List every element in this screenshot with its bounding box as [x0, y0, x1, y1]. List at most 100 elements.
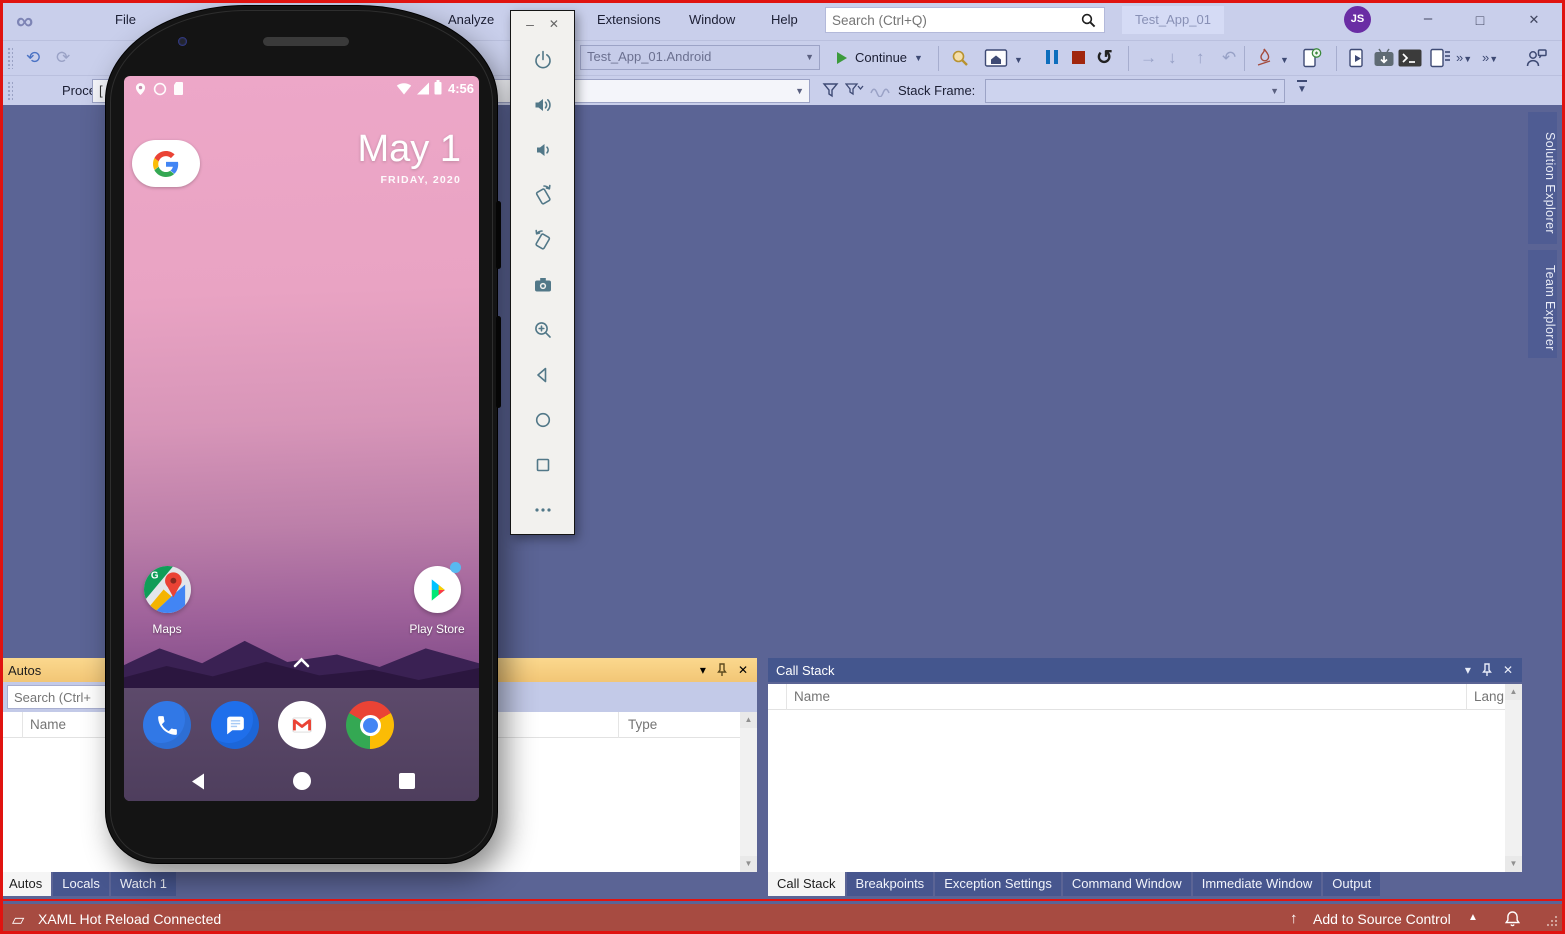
menu-file[interactable]: File — [110, 0, 141, 40]
filter-icon[interactable] — [822, 82, 839, 99]
emulator-zoom-icon[interactable] — [511, 307, 574, 352]
google-search-widget[interactable] — [132, 140, 200, 187]
filter-dropdown-icon[interactable] — [845, 82, 864, 99]
emulator-back-icon[interactable] — [511, 352, 574, 397]
stop-debugging-button[interactable] — [1072, 51, 1085, 64]
pause-button[interactable] — [1046, 50, 1059, 64]
tab-call-stack[interactable]: Call Stack — [768, 872, 845, 896]
app-drawer-chevron-icon[interactable] — [293, 657, 310, 668]
nav-overview-button[interactable] — [399, 773, 415, 789]
tab-output[interactable]: Output — [1323, 872, 1381, 896]
search-input[interactable] — [832, 9, 1072, 31]
emulator-volume-down-icon[interactable] — [511, 127, 574, 172]
autos-scrollbar[interactable]: ▲ ▼ — [740, 712, 757, 872]
run-configuration-dropdown[interactable]: Test_App_01.Android ▼ — [580, 45, 820, 70]
user-avatar[interactable]: JS — [1344, 6, 1371, 33]
hot-reload-icon[interactable] — [1254, 47, 1274, 69]
step-out-icon[interactable]: ↑ — [1196, 49, 1205, 66]
emulator-more-icon[interactable] — [511, 487, 574, 532]
tab-immediate-window[interactable]: Immediate Window — [1192, 872, 1322, 896]
tab-breakpoints[interactable]: Breakpoints — [846, 872, 934, 896]
emulator-close-icon[interactable]: ✕ — [549, 18, 559, 30]
nav-back-button[interactable] — [190, 772, 206, 791]
device-log-icon[interactable] — [1428, 47, 1452, 69]
emulator-minimize-icon[interactable]: – — [526, 17, 534, 31]
pin-icon[interactable] — [716, 663, 728, 677]
resize-grip[interactable] — [1545, 914, 1559, 928]
restart-icon[interactable]: ↺ — [1096, 48, 1113, 68]
tab-exception-settings[interactable]: Exception Settings — [935, 872, 1061, 896]
panel-close-icon[interactable]: ✕ — [738, 658, 748, 682]
chevron-down-icon[interactable]: ▼ — [1280, 55, 1289, 65]
messages-app-icon[interactable] — [211, 701, 259, 749]
launch-app-device-icon[interactable] — [1346, 47, 1368, 69]
panel-options-chevron-icon[interactable]: ▾ — [1465, 658, 1471, 682]
maps-app-icon[interactable]: G — [144, 566, 191, 613]
phone-app-icon[interactable] — [143, 701, 191, 749]
panel-options-chevron-icon[interactable]: ▾ — [700, 658, 706, 682]
chrome-app-icon[interactable] — [346, 701, 394, 749]
console-icon[interactable] — [1398, 49, 1422, 67]
navigate-forward-icon[interactable]: ⟳ — [56, 49, 70, 66]
step-over-icon[interactable]: → — [1140, 49, 1157, 66]
scroll-down-icon[interactable]: ▼ — [1505, 856, 1522, 872]
step-into-icon[interactable]: ↓ — [1168, 49, 1177, 66]
sidebar-tab-team-explorer[interactable]: Team Explorer — [1528, 250, 1557, 358]
window-close-button[interactable]: ✕ — [1512, 0, 1556, 40]
callstack-scrollbar[interactable]: ▲ ▼ — [1505, 684, 1522, 872]
toolbar-grip[interactable] — [7, 81, 13, 101]
emulator-overview-icon[interactable] — [511, 442, 574, 487]
window-minimize-button[interactable]: – — [1406, 0, 1450, 40]
callstack-grid[interactable]: Name Lang ▲ ▼ — [768, 684, 1522, 872]
tab-watch-1[interactable]: Watch 1 — [110, 872, 177, 896]
extensions-dropdown-icon[interactable]: »▼ — [1482, 50, 1498, 65]
window-maximize-button[interactable]: □ — [1458, 0, 1502, 40]
callstack-panel-header[interactable]: Call Stack ▾ ✕ — [768, 658, 1522, 682]
callstack-column-name[interactable]: Name — [794, 684, 830, 710]
tab-command-window[interactable]: Command Window — [1062, 872, 1191, 896]
stack-frame-dropdown[interactable]: ▼ — [985, 79, 1285, 103]
emulator-rotate-right-icon[interactable] — [511, 217, 574, 262]
autos-column-name[interactable]: Name — [30, 712, 66, 738]
emulator-rotate-left-icon[interactable] — [511, 172, 574, 217]
pin-icon[interactable] — [1481, 663, 1493, 677]
menu-window[interactable]: Window — [684, 0, 740, 40]
deploy-android-icon[interactable] — [1372, 47, 1396, 69]
navigate-back-icon[interactable]: ⟲ — [26, 49, 40, 66]
toolbar-grip[interactable] — [7, 47, 13, 69]
tab-locals[interactable]: Locals — [53, 872, 109, 896]
send-feedback-icon[interactable] — [1524, 47, 1548, 69]
chevron-up-icon[interactable]: ▲ — [1468, 912, 1478, 923]
scroll-up-icon[interactable]: ▲ — [740, 712, 757, 728]
profiler-dropdown-icon[interactable]: »▼ — [1456, 50, 1472, 65]
panel-close-icon[interactable]: ✕ — [1503, 658, 1513, 682]
add-to-source-control-button[interactable]: Add to Source Control — [1313, 911, 1451, 927]
search-solution-icon[interactable] — [950, 48, 971, 69]
sidebar-tab-solution-explorer[interactable]: Solution Explorer — [1528, 112, 1557, 244]
continue-button[interactable]: Continue ▼ — [836, 45, 940, 70]
tab-autos[interactable]: Autos — [0, 872, 52, 896]
toolbar-overflow-icon[interactable]: ▼ — [1297, 80, 1307, 97]
emulator-home-icon[interactable] — [511, 397, 574, 442]
gmail-app-icon[interactable] — [278, 701, 326, 749]
date-widget[interactable]: May 1 FRIDAY, 2020 — [358, 128, 461, 186]
run-to-cursor-icon[interactable]: ↶ — [1222, 49, 1236, 66]
show-all-frames-icon[interactable] — [984, 48, 1008, 69]
scroll-down-icon[interactable]: ▼ — [740, 856, 757, 872]
quick-search-box[interactable] — [825, 7, 1105, 33]
scroll-up-icon[interactable]: ▲ — [1505, 684, 1522, 700]
emulator-screenshot-icon[interactable] — [511, 262, 574, 307]
suspend-threads-icon[interactable] — [870, 84, 890, 97]
nav-home-button[interactable] — [293, 772, 311, 790]
phone-screen[interactable]: 4:56 May 1 FRIDAY, 2020 G Maps Play Stor… — [124, 76, 479, 801]
emulator-power-icon[interactable] — [511, 37, 574, 82]
notifications-bell-icon[interactable] — [1504, 910, 1521, 928]
menu-extensions[interactable]: Extensions — [592, 0, 666, 40]
feedback-title-button[interactable]: Test_App_01 — [1122, 6, 1224, 34]
autos-column-type[interactable]: Type — [628, 712, 657, 738]
emulator-volume-up-icon[interactable] — [511, 82, 574, 127]
chevron-down-icon[interactable]: ▼ — [1014, 55, 1023, 65]
apply-changes-device-icon[interactable] — [1300, 47, 1322, 69]
callstack-column-language[interactable]: Lang — [1474, 684, 1504, 710]
play-store-app-icon[interactable] — [414, 566, 461, 613]
